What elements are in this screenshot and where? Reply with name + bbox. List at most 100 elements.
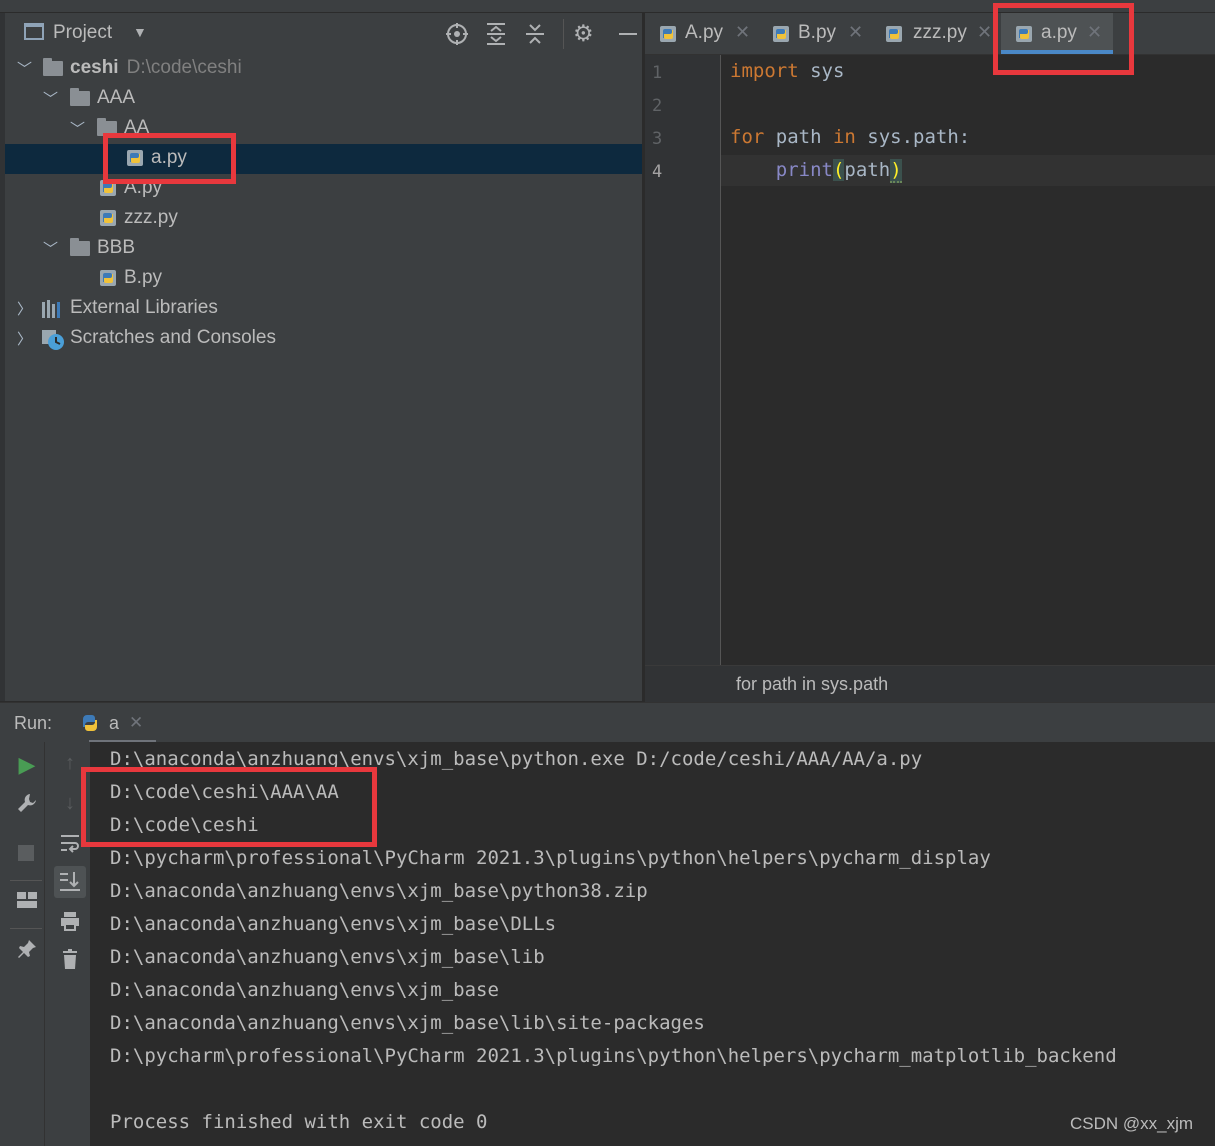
- close-icon[interactable]: ✕: [129, 713, 143, 733]
- trash-icon[interactable]: [55, 948, 85, 976]
- gear-icon[interactable]: ⚙: [573, 20, 594, 47]
- project-view-icon: [24, 23, 44, 40]
- tab-upper-a-py[interactable]: A.py ✕: [645, 13, 757, 54]
- bracket-match: (: [832, 159, 845, 181]
- tree-row-aa[interactable]: ﹀ AA: [5, 114, 642, 144]
- console-line: D:\anaconda\anzhuang\envs\xjm_base\lib\s…: [110, 1012, 705, 1034]
- hide-panel-icon[interactable]: [619, 33, 637, 35]
- python-file-icon: [99, 209, 117, 227]
- code-text: sys.path:: [855, 126, 971, 148]
- builtin-function: print: [775, 159, 833, 181]
- tree-row-scratches[interactable]: 〉 Scratches and Consoles: [5, 324, 642, 354]
- console-line: D:\anaconda\anzhuang\envs\xjm_base\lib: [110, 946, 545, 968]
- run-tab-a[interactable]: a ✕: [72, 703, 156, 743]
- project-panel-header: Project ▼ ⚙: [5, 13, 642, 55]
- stop-icon[interactable]: [18, 845, 34, 861]
- highlight-box-active-tab: [993, 3, 1134, 75]
- folder-icon: [43, 58, 63, 76]
- breadcrumb[interactable]: for path in sys.path: [736, 674, 888, 695]
- highlight-box-tree-file: [103, 133, 236, 184]
- tree-label: B.py: [124, 267, 163, 288]
- chevron-down-icon[interactable]: ﹀: [70, 118, 85, 139]
- toolbar-separator: [44, 742, 45, 1146]
- libraries-icon: [41, 300, 63, 324]
- chevron-down-icon[interactable]: ﹀: [43, 238, 58, 259]
- toolbar-divider: [10, 928, 42, 929]
- run-tool-window-header: Run: a ✕: [0, 702, 1215, 743]
- keyword: import: [730, 60, 799, 82]
- watermark: CSDN @xx_xjm: [1070, 1114, 1194, 1133]
- close-icon[interactable]: ✕: [735, 22, 750, 43]
- tab-b-py[interactable]: B.py ✕: [758, 13, 870, 54]
- tab-zzz-py[interactable]: zzz.py ✕: [871, 13, 993, 54]
- run-tab-label: a: [109, 713, 120, 733]
- tree-label: ceshi D:\code\ceshi: [70, 57, 242, 79]
- python-icon: [80, 713, 100, 739]
- code-line-1[interactable]: import sys: [730, 60, 844, 82]
- locate-file-icon[interactable]: [445, 22, 469, 52]
- tree-label: AAA: [97, 87, 136, 108]
- tree-row-zzz-py[interactable]: zzz.py: [5, 204, 642, 234]
- tree-label: Scratches and Consoles: [70, 327, 276, 348]
- close-icon[interactable]: ✕: [848, 22, 863, 43]
- python-file-icon: [659, 25, 677, 49]
- python-file-icon: [99, 269, 117, 287]
- expand-all-icon[interactable]: [485, 22, 507, 52]
- collapse-all-icon[interactable]: [524, 22, 546, 52]
- toolbar-divider: [10, 880, 42, 881]
- keyword: in: [832, 126, 856, 148]
- chevron-down-icon[interactable]: ﹀: [17, 58, 32, 79]
- code-text: path: [844, 159, 891, 181]
- tree-label: zzz.py: [124, 207, 178, 228]
- tab-label: zzz.py: [913, 22, 967, 43]
- console-line: D:\anaconda\anzhuang\envs\xjm_base\pytho…: [110, 880, 648, 902]
- code-text: path: [764, 126, 833, 148]
- console-exit-line: Process finished with exit code 0: [110, 1111, 488, 1133]
- chevron-down-icon[interactable]: ▼: [133, 24, 147, 40]
- folder-icon: [70, 238, 90, 256]
- console-line: D:\anaconda\anzhuang\envs\xjm_base: [110, 979, 499, 1001]
- tree-row-ceshi[interactable]: ﹀ ceshi D:\code\ceshi: [5, 54, 642, 84]
- tree-row-bbb[interactable]: ﹀ BBB: [5, 234, 642, 264]
- highlight-box-output-paths: [81, 767, 377, 847]
- folder-icon: [70, 88, 90, 106]
- layout-icon[interactable]: [12, 890, 42, 916]
- tree-row-b-py[interactable]: B.py: [5, 264, 642, 294]
- code-line-4[interactable]: print(path): [730, 159, 902, 183]
- tree-row-a-py[interactable]: a.py: [5, 144, 642, 174]
- console-line: D:\anaconda\anzhuang\envs\xjm_base\DLLs: [110, 913, 557, 935]
- tree-label: BBB: [97, 237, 136, 258]
- close-icon[interactable]: ✕: [977, 22, 992, 43]
- project-root-path: D:\code\ceshi: [126, 57, 242, 78]
- bracket-match: ): [890, 159, 902, 183]
- tree-row-aaa[interactable]: ﹀ AAA: [5, 84, 642, 114]
- project-root-name: ceshi: [70, 57, 119, 78]
- keyword: for: [730, 126, 765, 148]
- gutter-separator: [720, 55, 721, 665]
- python-file-icon: [772, 25, 790, 49]
- run-label: Run:: [14, 713, 53, 733]
- tree-row-upper-a-py[interactable]: A.py: [5, 174, 642, 204]
- chevron-right-icon[interactable]: 〉: [17, 298, 32, 319]
- line-number: 2: [652, 96, 663, 116]
- print-icon[interactable]: [55, 910, 85, 938]
- scratches-icon: [41, 329, 65, 357]
- tree-row-external-libraries[interactable]: 〉 External Libraries: [5, 294, 642, 324]
- rerun-icon[interactable]: ▶: [12, 752, 42, 778]
- tree-label: External Libraries: [70, 297, 218, 318]
- chevron-down-icon[interactable]: ﹀: [43, 88, 58, 109]
- line-number: 4: [652, 162, 663, 182]
- wrench-icon[interactable]: [12, 792, 42, 820]
- console-line: D:\pycharm\professional\PyCharm 2021.3\p…: [110, 1045, 1117, 1067]
- console-line: D:\pycharm\professional\PyCharm 2021.3\p…: [110, 847, 991, 869]
- line-number: 3: [652, 129, 663, 149]
- project-title[interactable]: Project: [53, 22, 112, 44]
- scroll-to-end-toggle[interactable]: [54, 866, 86, 898]
- pin-icon[interactable]: [12, 938, 42, 966]
- code-line-3[interactable]: for path in sys.path:: [730, 126, 970, 148]
- tab-label: B.py: [798, 22, 837, 43]
- chevron-right-icon[interactable]: 〉: [17, 328, 32, 349]
- editor-breadcrumb-bar: for path in sys.path: [645, 665, 1215, 702]
- tab-label: A.py: [685, 22, 724, 43]
